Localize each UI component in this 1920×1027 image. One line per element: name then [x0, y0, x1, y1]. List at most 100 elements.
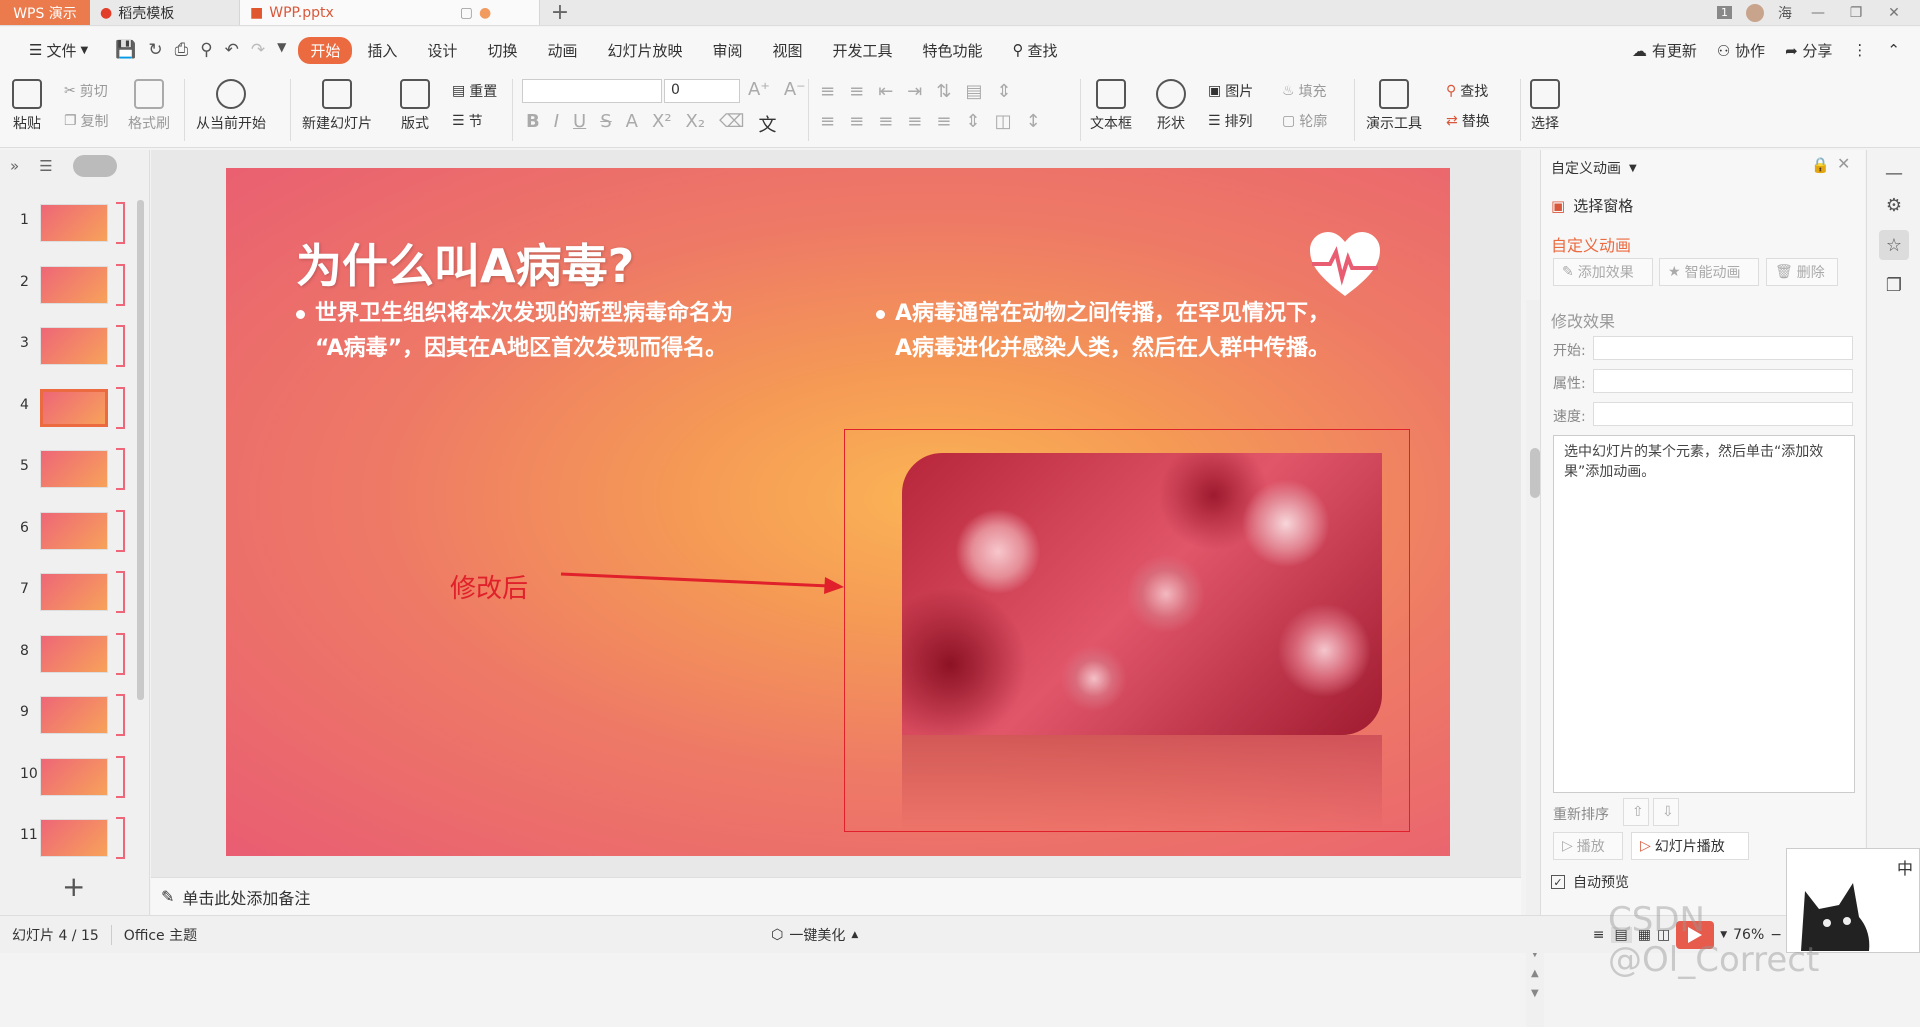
layout-button[interactable]: 版式 — [400, 79, 430, 133]
align-text-icon[interactable]: ▤ — [965, 81, 982, 102]
font-shrink-icon[interactable]: A⁻ — [784, 79, 806, 100]
tab-review[interactable]: 审阅 — [697, 40, 757, 61]
new-slide-button[interactable]: 新建幻灯片 — [302, 79, 372, 133]
tab-special[interactable]: 特色功能 — [908, 40, 998, 61]
picture-button[interactable]: ▣ 图片 — [1208, 81, 1253, 101]
play-button[interactable]: ▷ 播放 — [1553, 832, 1623, 860]
new-tab-button[interactable]: + — [540, 0, 580, 25]
print-icon[interactable]: ⎙ — [175, 40, 189, 60]
tab-transition[interactable]: 切换 — [472, 40, 532, 61]
char-spacing-icon[interactable]: 文 — [759, 111, 777, 137]
minimize-icon[interactable]: — — [1806, 5, 1830, 21]
close-icon[interactable]: ✕ — [1882, 5, 1906, 21]
transition-icon[interactable]: ❐ — [1879, 270, 1909, 300]
find-button[interactable]: ⚲ 查找 — [1446, 81, 1488, 101]
slide-thumbnail[interactable] — [40, 265, 108, 304]
bullet-left[interactable]: 世界卫生组织将本次发现的新型病毒命名为 “A病毒”，因其在A地区首次发现而得名。 — [296, 296, 733, 366]
bullet-right[interactable]: A病毒通常在动物之间传播，在罕见情况下， A病毒进化并感染人类，然后在人群中传播… — [876, 296, 1330, 366]
slide-thumbnail[interactable] — [40, 757, 108, 796]
heart-pulse-icon[interactable] — [1308, 230, 1382, 300]
slide-thumbnail[interactable] — [40, 634, 108, 673]
section-button[interactable]: ☰ 节 — [452, 111, 483, 131]
lock-icon[interactable]: 🔒 — [1811, 156, 1830, 174]
columns-icon[interactable]: ◫ — [995, 111, 1012, 132]
paste-button[interactable]: 粘贴 — [12, 79, 42, 133]
tab-wpp-pptx[interactable]: ■ WPP.pptx ▢ ● — [240, 0, 540, 25]
notes-bar[interactable]: ✎ 单击此处添加备注 — [151, 877, 1521, 915]
line-spacing-icon[interactable]: ⇕ — [996, 81, 1011, 102]
outdent-icon[interactable]: ⇤ — [878, 81, 893, 102]
prev-slide-icon[interactable]: ▲ — [1531, 968, 1539, 979]
notes-toggle-icon[interactable]: ≡ — [1593, 927, 1605, 943]
ime-language[interactable]: 中 — [1897, 855, 1913, 879]
autopreview-checkbox[interactable]: ✓ 自动预览 — [1551, 872, 1629, 892]
delete-button[interactable]: 🗑 删除 — [1766, 258, 1838, 286]
tab-slideshow[interactable]: 幻灯片放映 — [592, 40, 697, 61]
restore-icon[interactable]: ❐ — [1844, 5, 1868, 21]
speed-select[interactable] — [1593, 402, 1853, 426]
collaborate-button[interactable]: ⚇ 协作 — [1717, 40, 1765, 61]
slide[interactable]: 为什么叫A病毒? 世界卫生组织将本次发现的新型病毒命名为 “A病毒”，因其在A地… — [226, 168, 1450, 856]
theme-name[interactable]: Office 主题 — [110, 924, 209, 945]
animation-star-icon[interactable]: ☆ — [1879, 230, 1909, 260]
tab-home[interactable]: 开始 — [298, 36, 353, 64]
slide-thumbnail[interactable] — [40, 573, 108, 611]
font-grow-icon[interactable]: A⁺ — [748, 79, 770, 100]
font-color-icon[interactable]: A — [626, 111, 638, 137]
expand-icon[interactable]: » — [10, 157, 19, 175]
tab-developer[interactable]: 开发工具 — [818, 40, 908, 61]
slide-thumbnail[interactable] — [40, 450, 108, 488]
slide-thumbnail[interactable] — [40, 204, 108, 242]
numbered-list-icon[interactable]: ≡ — [849, 81, 864, 102]
indent-icon[interactable]: ⇥ — [907, 81, 922, 102]
slide-thumbnail[interactable] — [40, 388, 108, 427]
virus-image[interactable] — [902, 453, 1382, 735]
slide-thumbnail[interactable] — [40, 327, 108, 365]
undo-icon[interactable]: ↶ — [225, 40, 239, 60]
text-align-v-icon[interactable]: ↕ — [1026, 111, 1041, 132]
font-name-select[interactable] — [522, 79, 662, 103]
print-preview-icon[interactable]: ⚲ — [200, 40, 212, 60]
presentation-tools-button[interactable]: 演示工具 — [1366, 79, 1422, 133]
app-tab[interactable]: WPS 演示 — [0, 0, 90, 25]
customize-icon[interactable]: ▼ — [277, 40, 286, 60]
redo-icon[interactable]: ↷ — [251, 40, 265, 60]
avatar[interactable] — [1746, 3, 1764, 22]
beautify-button[interactable]: ⬡ 一键美化 ▲ — [759, 925, 870, 945]
tab-view[interactable]: 视图 — [758, 40, 818, 61]
collapse-ribbon-icon[interactable]: ⌃ — [1887, 41, 1900, 59]
outline-view-icon[interactable]: ☰ — [39, 157, 52, 175]
move-up-icon[interactable]: ⇧ — [1623, 798, 1649, 826]
file-menu[interactable]: ☰ 文件 ▼ — [14, 40, 103, 61]
update-button[interactable]: ☁ 有更新 — [1632, 40, 1697, 61]
shape-button[interactable]: 形状 — [1156, 79, 1186, 133]
tab-design[interactable]: 设计 — [412, 40, 472, 61]
add-slide-button[interactable]: + — [62, 870, 85, 903]
bold-icon[interactable]: B — [526, 111, 540, 137]
underline-icon[interactable]: U — [573, 111, 586, 137]
strikethrough-icon[interactable]: S — [600, 111, 611, 137]
cut-button[interactable]: ✂ 剪切 — [64, 81, 108, 101]
eraser-icon[interactable]: ⌫ — [719, 111, 744, 137]
superscript-icon[interactable]: X² — [652, 111, 672, 137]
start-from-current-button[interactable]: 从当前开始 — [196, 79, 266, 133]
tab-daoke-template[interactable]: ● 稻壳模板 — [90, 0, 240, 25]
select-button[interactable]: 选择 — [1530, 79, 1560, 133]
align-left-icon[interactable]: ≡ — [820, 111, 835, 132]
slideshow-play-button[interactable]: ▷ 幻灯片播放 — [1631, 832, 1749, 860]
tab-insert[interactable]: 插入 — [352, 40, 412, 61]
distributed-icon[interactable]: ≡ — [936, 111, 951, 132]
format-brush-button[interactable]: 格式刷 — [128, 79, 170, 133]
para-spacing-icon[interactable]: ⇕ — [965, 111, 980, 132]
select-pane-button[interactable]: ▣ 选择窗格 — [1551, 195, 1633, 216]
copy-button[interactable]: ❐ 复制 — [64, 111, 109, 131]
outline-button[interactable]: ▢ 轮廓 — [1282, 111, 1327, 131]
italic-icon[interactable]: I — [554, 111, 559, 137]
fill-button[interactable]: ♨ 填充 — [1282, 81, 1327, 101]
font-size-select[interactable]: 0 — [664, 79, 740, 103]
tab-animation[interactable]: 动画 — [532, 40, 592, 61]
replace-button[interactable]: ⇄ 替换 — [1446, 111, 1490, 131]
add-effect-button[interactable]: ✎ 添加效果 — [1553, 258, 1653, 286]
slide-view-toggle[interactable] — [72, 155, 117, 177]
reset-button[interactable]: ▤ 重置 — [452, 81, 497, 101]
